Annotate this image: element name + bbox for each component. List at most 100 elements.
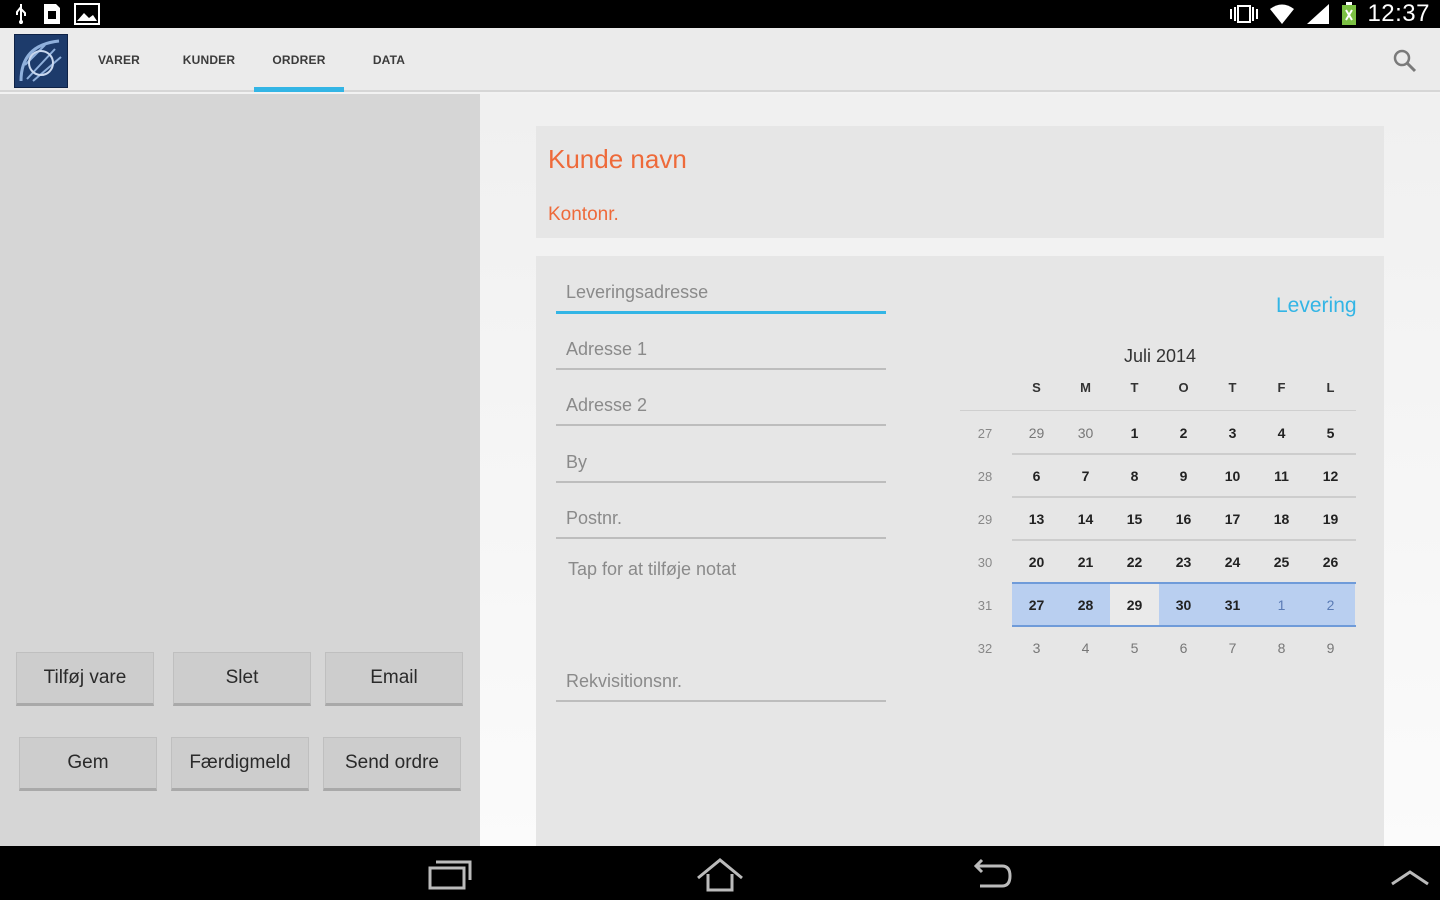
- calendar-day[interactable]: 10: [1208, 455, 1257, 496]
- calendar-day[interactable]: 19: [1306, 498, 1355, 539]
- add-item-button[interactable]: Tilføj vare: [16, 652, 154, 706]
- customer-account-number: Kontonr.: [548, 204, 619, 225]
- calendar-day[interactable]: 3: [1012, 627, 1061, 668]
- calendar-day[interactable]: 27: [1012, 584, 1061, 625]
- calendar-day[interactable]: 20: [1012, 541, 1061, 582]
- save-button[interactable]: Gem: [19, 737, 157, 791]
- search-button[interactable]: [1390, 46, 1420, 76]
- calendar-day[interactable]: 8: [1110, 455, 1159, 496]
- weekday-label: S: [1032, 380, 1041, 395]
- calendar-day[interactable]: 18: [1257, 498, 1306, 539]
- complete-button[interactable]: Færdigmeld: [171, 737, 309, 791]
- calendar-day[interactable]: 1: [1257, 584, 1306, 625]
- delivery-address-input[interactable]: [556, 274, 886, 311]
- address1-input[interactable]: [556, 330, 886, 368]
- home-button[interactable]: [690, 854, 750, 894]
- week-number: 27: [977, 426, 993, 441]
- customer-card[interactable]: Kunde navn Kontonr.: [536, 126, 1384, 238]
- calendar-day[interactable]: 23: [1159, 541, 1208, 582]
- calendar-day[interactable]: 21: [1061, 541, 1110, 582]
- calendar-day[interactable]: 8: [1257, 627, 1306, 668]
- address2-field[interactable]: [556, 386, 886, 426]
- menu-up-icon: [1391, 870, 1429, 886]
- calendar-week-row: 29 30 1 2 3 4 5: [1012, 412, 1356, 455]
- weekday-label: T: [1228, 380, 1237, 395]
- calendar-day[interactable]: 5: [1110, 627, 1159, 668]
- calendar-day[interactable]: 2: [1306, 584, 1355, 625]
- note-input[interactable]: [558, 552, 888, 586]
- week-numbers: 27 28 29 30 31 32: [960, 412, 1010, 670]
- week-number: 28: [977, 469, 993, 484]
- address2-input[interactable]: [556, 386, 886, 424]
- calendar-day[interactable]: 29: [1012, 412, 1061, 453]
- calendar-day[interactable]: 17: [1208, 498, 1257, 539]
- calendar-day[interactable]: 30: [1159, 584, 1208, 625]
- signal-icon: [1307, 4, 1330, 24]
- calendar-day[interactable]: 7: [1061, 455, 1110, 496]
- calendar-day[interactable]: 15: [1110, 498, 1159, 539]
- calendar-day[interactable]: 12: [1306, 455, 1355, 496]
- calendar-day[interactable]: 24: [1208, 541, 1257, 582]
- delete-button[interactable]: Slet: [173, 652, 311, 706]
- status-bar: 12:37: [0, 0, 1440, 28]
- weekday-label: L: [1326, 380, 1335, 395]
- calendar-week-row: 20 21 22 23 24 25 26: [1012, 541, 1356, 584]
- calendar-day[interactable]: 22: [1110, 541, 1159, 582]
- calendar-week-row: 6 7 8 9 10 11 12: [1012, 455, 1356, 498]
- calendar-day[interactable]: 30: [1061, 412, 1110, 453]
- tab-kunder[interactable]: KUNDER: [164, 28, 254, 92]
- customer-name: Kunde navn: [548, 144, 687, 174]
- calendar-day[interactable]: 9: [1306, 627, 1355, 668]
- action-bar: VARER KUNDER ORDRER DATA: [0, 28, 1440, 92]
- calendar-day[interactable]: 4: [1257, 412, 1306, 453]
- calendar-day[interactable]: 2: [1159, 412, 1208, 453]
- menu-up-button[interactable]: [1380, 854, 1440, 894]
- calendar-day[interactable]: 11: [1257, 455, 1306, 496]
- requisition-field[interactable]: [556, 662, 886, 702]
- navigation-bar: [0, 846, 1440, 900]
- app-logo[interactable]: [14, 34, 68, 88]
- weekday-label: M: [1080, 380, 1091, 395]
- calendar-day[interactable]: 9: [1159, 455, 1208, 496]
- recent-apps-button[interactable]: [420, 854, 480, 894]
- tab-data[interactable]: DATA: [344, 28, 434, 92]
- calendar-week-row: 13 14 15 16 17 18 19: [1012, 498, 1356, 541]
- week-number: 30: [977, 555, 993, 570]
- calendar-day[interactable]: 3: [1208, 412, 1257, 453]
- city-field[interactable]: [556, 443, 886, 483]
- delivery-address-field[interactable]: [556, 274, 886, 314]
- calendar-day[interactable]: 29: [1110, 584, 1159, 625]
- calendar-day[interactable]: 7: [1208, 627, 1257, 668]
- postal-input[interactable]: [556, 499, 886, 537]
- calendar-day[interactable]: 26: [1306, 541, 1355, 582]
- calendar-day[interactable]: 14: [1061, 498, 1110, 539]
- tab-ordrer[interactable]: ORDRER: [254, 28, 344, 92]
- calendar-grid: 29 30 1 2 3 4 5 6 7 8 9 10 11 12 13 14 15 16 17 18 19 20 21 22 2…: [1012, 412, 1356, 670]
- calendar-day[interactable]: 16: [1159, 498, 1208, 539]
- calendar-day[interactable]: 28: [1061, 584, 1110, 625]
- order-detail: Kunde navn Kontonr. Levering Juli 2014 S…: [480, 94, 1440, 846]
- gallery-icon: [74, 3, 100, 25]
- city-input[interactable]: [556, 443, 886, 481]
- battery-icon: [1342, 2, 1357, 25]
- email-button[interactable]: Email: [325, 652, 463, 706]
- calendar-day[interactable]: 6: [1012, 455, 1061, 496]
- send-order-button[interactable]: Send ordre: [323, 737, 461, 791]
- calendar-day[interactable]: 1: [1110, 412, 1159, 453]
- tab-varer[interactable]: VARER: [74, 28, 164, 92]
- back-button[interactable]: [962, 854, 1022, 894]
- calendar-day[interactable]: 6: [1159, 627, 1208, 668]
- calendar-day[interactable]: 31: [1208, 584, 1257, 625]
- calendar-divider: [960, 410, 1356, 411]
- postal-field[interactable]: [556, 499, 886, 539]
- calendar-day[interactable]: 5: [1306, 412, 1355, 453]
- address1-field[interactable]: [556, 330, 886, 370]
- wifi-icon: [1270, 4, 1295, 24]
- calendar-day[interactable]: 13: [1012, 498, 1061, 539]
- calendar-day[interactable]: 25: [1257, 541, 1306, 582]
- week-number: 29: [977, 512, 993, 527]
- search-icon: [1393, 49, 1417, 73]
- requisition-input[interactable]: [556, 662, 886, 700]
- delivery-label: Levering: [1276, 294, 1357, 317]
- calendar-day[interactable]: 4: [1061, 627, 1110, 668]
